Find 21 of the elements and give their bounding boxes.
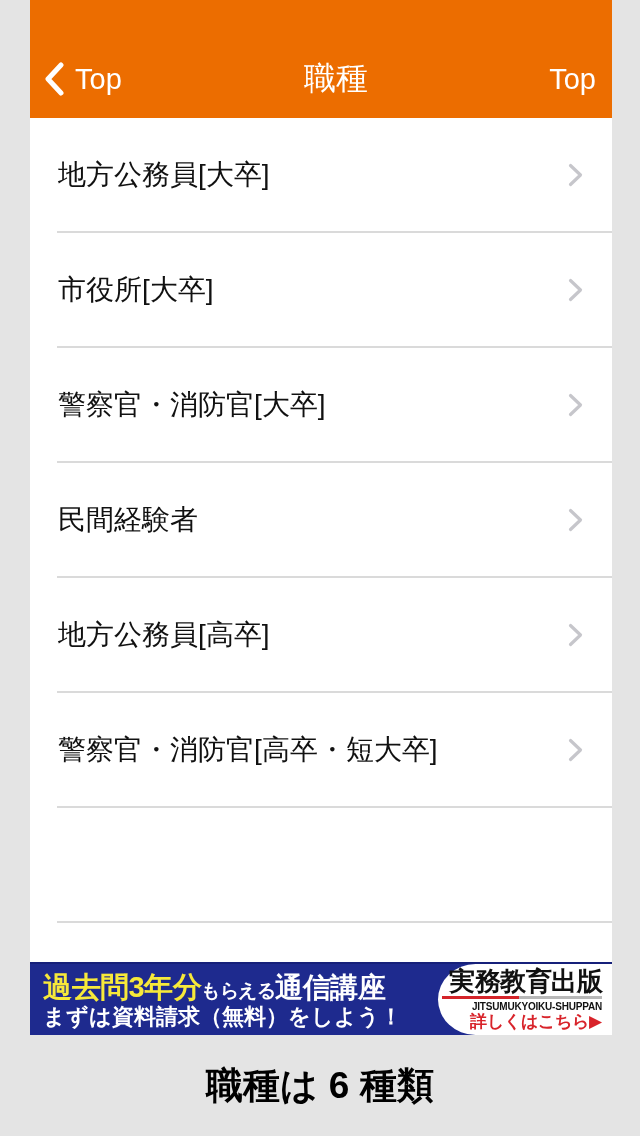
ad-banner[interactable]: 過去問3年分もらえる通信講座 まずは資料請求（無料）をしよう！ 実務教育出版 JITSUMUKYOIKU-SHUPPAN 詳しくはこちら▶ [30, 962, 612, 1035]
back-chevron-icon [43, 62, 65, 96]
chevron-icon [568, 622, 583, 647]
ad-subline: まずは資料請求（無料）をしよう！ [43, 1005, 403, 1031]
list-item[interactable]: 地方公務員[高卒] [30, 578, 612, 691]
nav-title: 職種 [302, 59, 369, 98]
publisher-logo: 実務教育出版 [449, 968, 602, 996]
publisher-romaji: JITSUMUKYOIKU-SHUPPAN [471, 1001, 602, 1013]
caption: 職種は 6 種類 [206, 1063, 434, 1108]
list-item[interactable]: 地方公務員[大卒] [30, 118, 612, 231]
chevron-icon [568, 507, 583, 532]
chevron-icon [568, 392, 583, 417]
chevron-icon [568, 162, 583, 187]
chevron-icon [568, 277, 583, 302]
details-link[interactable]: 詳しくはこちら▶ [469, 1012, 602, 1031]
list-item[interactable]: 警察官・消防官[大卒] [30, 348, 612, 461]
list-item[interactable]: 市役所[大卒] [30, 233, 612, 346]
list-item[interactable]: 民間経験者 [30, 463, 612, 576]
list-item[interactable]: 警察官・消防官[高卒・短大卒] [30, 693, 612, 806]
chevron-icon [568, 737, 583, 762]
ad-headline: 過去問3年分もらえる通信講座 [43, 970, 387, 1005]
